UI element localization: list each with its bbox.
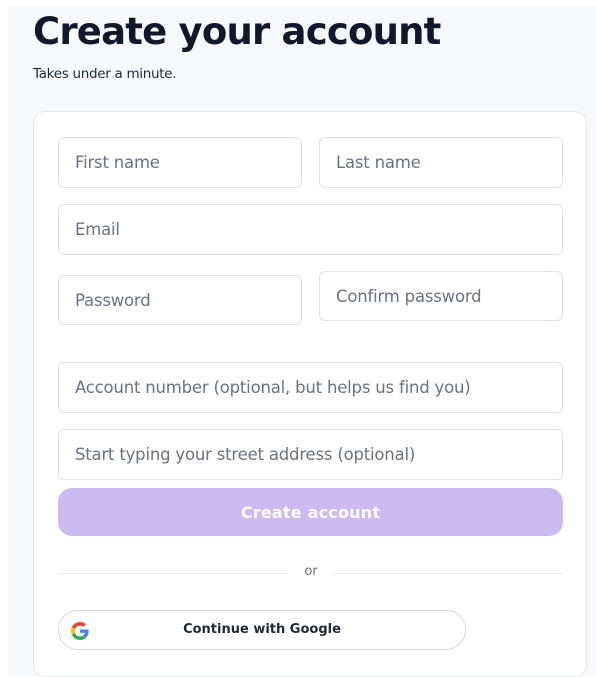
divider-line-left [58, 573, 288, 574]
page-title: Create your account [33, 10, 441, 53]
password-field[interactable]: Password [58, 275, 302, 325]
divider-text: or [304, 564, 318, 579]
account-number-field[interactable]: Account number (optional, but helps us f… [58, 362, 563, 413]
divider-line-right [334, 573, 563, 574]
create-account-button[interactable]: Create account [58, 488, 563, 536]
first-name-field[interactable]: First name [58, 137, 302, 188]
confirm-password-field[interactable]: Confirm password [319, 271, 563, 321]
continue-with-google-button[interactable]: Continue with Google [58, 610, 466, 650]
last-name-field[interactable]: Last name [319, 137, 563, 188]
page-subtitle: Takes under a minute. [33, 66, 177, 82]
continue-with-google-label: Continue with Google [183, 622, 341, 637]
create-account-button-label: Create account [240, 502, 381, 522]
email-field[interactable]: Email [58, 204, 563, 255]
address-field[interactable]: Start typing your street address (option… [58, 429, 563, 480]
